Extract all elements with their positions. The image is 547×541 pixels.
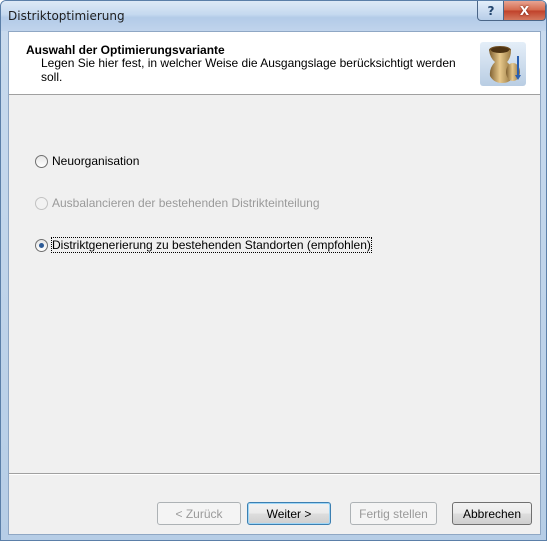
- wizard-vase-icon: [480, 42, 526, 86]
- help-icon: ?: [487, 3, 495, 18]
- close-icon: X: [519, 3, 530, 18]
- title-bar[interactable]: Distriktoptimierung ? X: [1, 1, 546, 31]
- window-title: Distriktoptimierung: [8, 9, 125, 23]
- finish-button: Fertig stellen: [350, 502, 437, 525]
- wizard-header: Auswahl der Optimierungsvariante Legen S…: [9, 32, 540, 95]
- option-neuorganisation[interactable]: Neuorganisation: [35, 154, 139, 168]
- option-distriktgenerierung[interactable]: Distriktgenerierung zu bestehenden Stand…: [35, 237, 372, 253]
- page-description: Legen Sie hier fest, in welcher Weise di…: [41, 56, 456, 84]
- back-button: < Zurück: [157, 502, 241, 525]
- option-label: Neuorganisation: [52, 154, 140, 168]
- next-button[interactable]: Weiter >: [247, 502, 331, 525]
- option-label: Ausbalancieren der bestehenden Distrikte…: [52, 196, 320, 210]
- radio-neuorganisation[interactable]: [35, 154, 48, 168]
- option-label: Distriktgenerierung zu bestehenden Stand…: [51, 237, 372, 253]
- radio-distriktgenerierung[interactable]: [35, 238, 48, 252]
- page-title: Auswahl der Optimierungsvariante: [26, 43, 225, 57]
- footer-separator: [9, 473, 540, 475]
- cancel-button[interactable]: Abbrechen: [452, 502, 532, 525]
- help-button[interactable]: ?: [477, 1, 505, 21]
- option-ausbalancieren: Ausbalancieren der bestehenden Distrikte…: [35, 196, 320, 210]
- close-button[interactable]: X: [503, 1, 546, 21]
- wizard-client-area: Auswahl der Optimierungsvariante Legen S…: [8, 31, 541, 535]
- wizard-window: Distriktoptimierung ? X Auswahl der Opti…: [0, 0, 547, 541]
- radio-ausbalancieren: [35, 196, 48, 210]
